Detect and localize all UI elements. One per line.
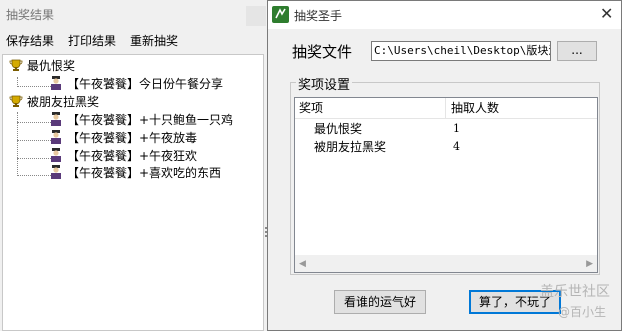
scroll-right-icon[interactable]: ▶ <box>586 259 593 269</box>
prize-count: 1 <box>453 122 460 135</box>
app-logo-icon <box>272 6 289 23</box>
draw-lottery-button[interactable]: 看谁的运气好 <box>334 290 426 314</box>
person-icon <box>51 130 61 144</box>
prize-name: 被朋友拉黑奖 <box>314 140 387 154</box>
watermark-text: 盖乐世社区 <box>540 284 610 300</box>
scroll-left-icon[interactable]: ◀ <box>299 259 306 269</box>
column-header-prize[interactable]: 奖项 <box>295 98 446 119</box>
tree-winner-node[interactable]: 【午夜饕餮】+十只鲍鱼一只鸡 <box>67 111 233 129</box>
tree-connector <box>17 86 53 87</box>
person-icon <box>51 148 61 162</box>
person-icon <box>51 112 61 126</box>
list-item[interactable]: 最仇恨奖 1 <box>295 120 597 138</box>
tree-connector <box>17 122 53 123</box>
browse-button[interactable]: ... <box>557 41 597 61</box>
prize-list-header: 奖项 抽取人数 <box>295 98 597 119</box>
trophy-icon <box>9 59 23 71</box>
close-icon[interactable]: ✕ <box>600 5 613 23</box>
redraw-menu[interactable]: 重新抽奖 <box>130 32 178 49</box>
tree-prize-node[interactable]: 最仇恨奖 <box>27 57 75 75</box>
column-header-count[interactable]: 抽取人数 <box>447 98 597 119</box>
tree-connector <box>17 140 53 141</box>
person-icon <box>51 165 61 179</box>
prize-count: 4 <box>453 140 460 153</box>
result-window: 抽奖结果 保存结果 打印结果 重新抽奖 最仇恨奖 【午夜饕餮】今日份午餐分享 被… <box>0 0 270 331</box>
trophy-icon <box>9 95 23 107</box>
result-window-title: 抽奖结果 <box>6 8 55 22</box>
file-path-input[interactable]: C:\Users\cheil\Desktop\版块活 <box>371 41 551 61</box>
dialog-title: 抽奖圣手 <box>294 9 343 23</box>
tree-winner-node[interactable]: 【午夜饕餮】+午夜狂欢 <box>67 147 197 165</box>
tree-winner-node[interactable]: 【午夜饕餮】+喜欢吃的东西 <box>67 164 221 182</box>
tree-connector <box>17 175 53 176</box>
tree-winner-node[interactable]: 【午夜饕餮】今日份午餐分享 <box>67 75 223 93</box>
print-results-menu[interactable]: 打印结果 <box>68 32 116 49</box>
tree-connector <box>17 158 53 159</box>
result-tree[interactable]: 最仇恨奖 【午夜饕餮】今日份午餐分享 被朋友拉黑奖 【午夜饕餮】+十只鲍鱼一只鸡… <box>2 54 264 331</box>
watermark-author: @百小生 <box>558 305 607 319</box>
prize-name: 最仇恨奖 <box>314 122 363 136</box>
tree-prize-node[interactable]: 被朋友拉黑奖 <box>27 93 99 111</box>
dialog-titlebar: 抽奖圣手 ✕ <box>268 1 621 29</box>
horizontal-scrollbar[interactable]: ◀ ▶ <box>295 255 597 272</box>
list-item[interactable]: 被朋友拉黑奖 4 <box>295 138 597 156</box>
lottery-file-label: 抽奖文件 <box>292 43 353 61</box>
prize-list[interactable]: 奖项 抽取人数 最仇恨奖 1 被朋友拉黑奖 4 ◀ ▶ <box>294 97 598 273</box>
result-menu-bar: 保存结果 打印结果 重新抽奖 <box>6 32 178 49</box>
save-results-menu[interactable]: 保存结果 <box>6 32 54 49</box>
person-icon <box>51 76 61 90</box>
minimize-button[interactable] <box>246 6 266 26</box>
prize-settings-label: 奖项设置 <box>296 74 353 93</box>
tree-winner-node[interactable]: 【午夜饕餮】+午夜放毒 <box>67 129 197 147</box>
